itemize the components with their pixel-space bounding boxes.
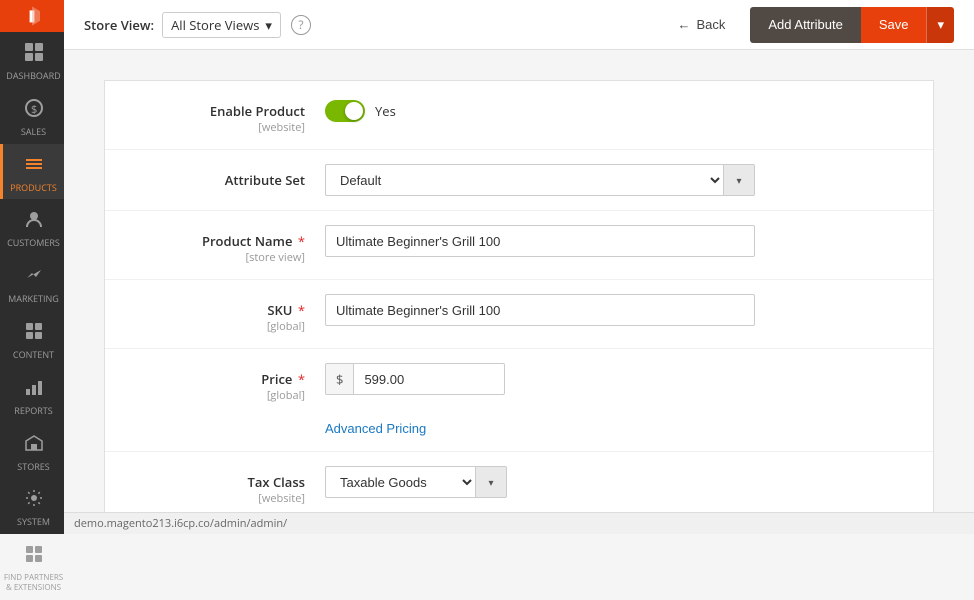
store-view-value: All Store Views — [171, 16, 259, 34]
sidebar-item-sales[interactable]: $ SALES — [0, 88, 64, 144]
price-row: Price * [global] $ Advanced Pricing — [105, 349, 933, 452]
add-attribute-button[interactable]: Add Attribute — [750, 7, 860, 43]
product-name-control — [325, 225, 913, 257]
sidebar-item-sales-label: SALES — [21, 127, 46, 138]
sku-control — [325, 294, 913, 326]
stores-icon — [24, 433, 44, 459]
sidebar-item-dashboard-label: DASHBOARD — [6, 71, 60, 82]
price-control: $ Advanced Pricing — [325, 363, 913, 437]
attribute-set-label: Attribute Set — [125, 164, 325, 189]
sidebar-item-marketing-label: MARKETING — [8, 294, 59, 305]
main-area: Store View: All Store Views ▾ ? ← Back A… — [64, 0, 974, 534]
price-required: * — [298, 370, 305, 388]
back-button[interactable]: ← Back — [667, 11, 735, 38]
sidebar-item-content-label: CONTENT — [13, 350, 54, 361]
sidebar-item-reports-label: REPORTS — [14, 406, 52, 417]
sidebar-item-dashboard[interactable]: DASHBOARD — [0, 32, 64, 88]
attribute-set-row: Attribute Set Default ▾ — [105, 150, 933, 211]
sidebar-item-system-label: SYSTEM — [17, 517, 50, 528]
sku-label: SKU * [global] — [125, 294, 325, 334]
status-url: demo.magento213.i6cp.co/admin/admin/ — [74, 516, 287, 531]
sidebar-item-customers[interactable]: CUSTOMERS — [0, 199, 64, 255]
products-icon — [24, 154, 44, 180]
help-question-mark: ? — [298, 16, 303, 33]
sidebar-item-find-partners-label: FIND PARTNERS & EXTENSIONS — [3, 573, 64, 592]
sidebar-item-marketing[interactable]: MARKETING — [0, 255, 64, 311]
save-button[interactable]: Save — [861, 7, 927, 43]
svg-text:$: $ — [31, 102, 37, 117]
sidebar-item-stores[interactable]: STORES — [0, 423, 64, 479]
sidebar-item-customers-label: CUSTOMERS — [7, 238, 60, 249]
back-label: Back — [696, 17, 725, 32]
tax-class-select[interactable]: Taxable Goods — [325, 466, 475, 498]
header: Store View: All Store Views ▾ ? ← Back A… — [64, 0, 974, 50]
back-arrow-icon: ← — [677, 17, 690, 32]
tax-class-label: Tax Class [website] — [125, 466, 325, 506]
toggle-knob — [345, 102, 363, 120]
help-icon[interactable]: ? — [291, 15, 311, 35]
store-view-chevron-icon: ▾ — [265, 16, 272, 34]
product-name-label: Product Name * [store view] — [125, 225, 325, 265]
tax-class-select-wrap: Taxable Goods ▾ — [325, 466, 913, 498]
store-view-select[interactable]: All Store Views ▾ — [162, 12, 281, 38]
sku-row: SKU * [global] — [105, 280, 933, 349]
store-view-label: Store View: — [84, 16, 154, 34]
status-bar: demo.magento213.i6cp.co/admin/admin/ — [64, 512, 974, 534]
attribute-set-select-wrap: Default ▾ — [325, 164, 755, 196]
attribute-set-control: Default ▾ — [325, 164, 913, 196]
sidebar-item-products-label: PRODUCTS — [10, 183, 57, 194]
enable-product-control: Yes — [325, 95, 913, 122]
sales-icon: $ — [24, 98, 44, 124]
sidebar-item-products[interactable]: PRODUCTS — [0, 144, 64, 200]
sidebar: DASHBOARD $ SALES PRODUCTS CUSTOMERS MAR… — [0, 0, 64, 534]
sku-required: * — [298, 301, 305, 319]
price-wrap: $ — [325, 363, 505, 395]
sidebar-item-system[interactable]: SYSTEM — [0, 478, 64, 534]
advanced-pricing-link[interactable]: Advanced Pricing — [325, 421, 426, 436]
enable-product-label: Enable Product [website] — [125, 95, 325, 135]
save-button-group: Save ▾ — [861, 7, 954, 43]
sidebar-item-content[interactable]: CONTENT — [0, 311, 64, 367]
tax-dropdown-chevron-icon: ▾ — [488, 475, 493, 489]
sidebar-item-stores-label: STORES — [17, 462, 49, 473]
enable-product-row: Enable Product [website] Yes — [105, 81, 933, 150]
find-partners-icon — [24, 544, 44, 570]
attribute-set-select[interactable]: Default — [325, 164, 723, 196]
toggle-label: Yes — [375, 102, 396, 120]
magento-logo-icon — [16, 0, 48, 32]
save-dropdown-button[interactable]: ▾ — [926, 7, 954, 43]
attribute-set-dropdown-button[interactable]: ▾ — [723, 164, 755, 196]
product-name-input[interactable] — [325, 225, 755, 257]
price-label: Price * [global] — [125, 363, 325, 403]
save-chevron-icon: ▾ — [937, 17, 944, 32]
tax-class-control: Taxable Goods ▾ — [325, 466, 913, 498]
tax-class-row: Tax Class [website] Taxable Goods ▾ — [105, 452, 933, 512]
tax-class-dropdown-button[interactable]: ▾ — [475, 466, 507, 498]
system-icon — [24, 488, 44, 514]
dropdown-chevron-icon: ▾ — [736, 173, 741, 187]
currency-symbol: $ — [325, 363, 353, 395]
marketing-icon — [24, 265, 44, 291]
sidebar-item-reports[interactable]: REPORTS — [0, 367, 64, 423]
enable-product-toggle[interactable] — [325, 100, 365, 122]
content-icon — [24, 321, 44, 347]
sidebar-item-find-partners[interactable]: FIND PARTNERS & EXTENSIONS — [0, 534, 64, 600]
product-form: Enable Product [website] Yes Attribute S… — [104, 80, 934, 512]
reports-icon — [24, 377, 44, 403]
dashboard-icon — [24, 42, 44, 68]
product-name-row: Product Name * [store view] — [105, 211, 933, 280]
sidebar-logo[interactable] — [0, 0, 64, 32]
content-area: Enable Product [website] Yes Attribute S… — [64, 50, 974, 512]
price-input[interactable] — [353, 363, 505, 395]
customers-icon — [24, 209, 44, 235]
sku-input[interactable] — [325, 294, 755, 326]
product-name-required: * — [298, 232, 305, 250]
